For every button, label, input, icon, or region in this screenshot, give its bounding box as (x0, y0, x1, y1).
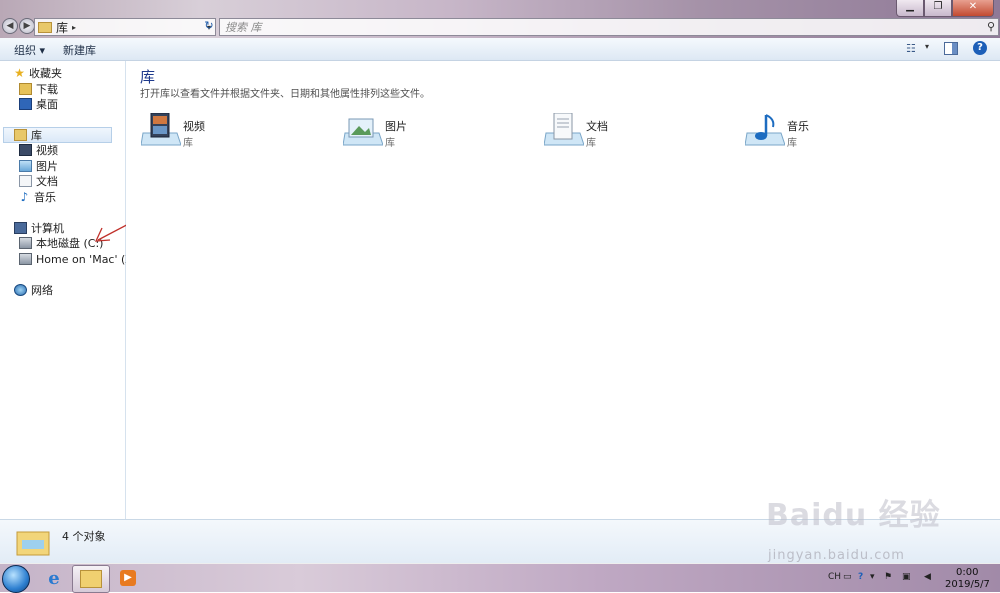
nav-documents[interactable]: 文档 (19, 173, 58, 189)
nav-buttons: ◀ ▶ (2, 18, 36, 34)
nav-mac-home[interactable]: Home on 'Mac' (Z:) (19, 251, 141, 267)
nav-videos[interactable]: 视频 (19, 142, 58, 158)
window-controls: ▁ ❐ ✕ (896, 0, 994, 17)
nav-label: 音乐 (34, 191, 56, 204)
item-count: 4 个对象 (62, 530, 106, 543)
ie-taskbar-icon[interactable]: e (36, 565, 72, 591)
preview-pane-icon[interactable] (944, 42, 958, 55)
help-icon[interactable]: ? (973, 41, 987, 55)
network-tray-icon[interactable]: ▣ (902, 572, 911, 582)
music-library-icon (745, 114, 785, 146)
clock-date[interactable]: 2019/5/7 (945, 579, 990, 590)
search-icon[interactable]: ⚲ (984, 20, 998, 34)
nav-label: 计算机 (31, 222, 64, 235)
search-input[interactable]: 搜索 库 (220, 19, 984, 35)
language-indicator[interactable]: CH (828, 572, 841, 582)
hard-drive-icon (19, 237, 32, 249)
refresh-icon[interactable]: ↻ (202, 19, 216, 33)
library-name: 图片 (385, 120, 407, 133)
volume-icon[interactable]: ◀ (924, 572, 931, 582)
video-icon (19, 144, 32, 156)
picture-icon (19, 160, 32, 172)
address-path[interactable]: 库 (56, 19, 68, 36)
nav-label: 文档 (36, 175, 58, 188)
library-name: 视频 (183, 120, 205, 133)
star-icon: ★ (14, 66, 25, 80)
network-globe-icon (14, 284, 27, 296)
command-bar: 组织 ▾ 新建库 ☷ ▾ ? (0, 38, 1000, 61)
library-type: 库 (183, 138, 193, 149)
search-box[interactable]: 搜索 库 ⚲ (219, 18, 999, 36)
clock-time[interactable]: 0:00 (956, 567, 978, 578)
nav-label: 桌面 (36, 98, 58, 111)
title-bar: ▁ ❐ ✕ ◀ ▶ 库 ▸ ▾ ↻ 搜索 库 ⚲ (0, 0, 1000, 38)
library-documents[interactable]: 文档 库 (544, 113, 608, 149)
nav-label: 收藏夹 (29, 67, 62, 80)
network-drive-icon (19, 253, 32, 265)
library-name: 音乐 (787, 120, 809, 133)
library-type: 库 (787, 138, 797, 149)
library-pictures[interactable]: 图片 库 (343, 113, 407, 149)
tray-expand-icon[interactable]: ▾ (870, 572, 875, 582)
nav-music[interactable]: ♪ 音乐 (19, 189, 56, 205)
nav-downloads[interactable]: 下载 (19, 81, 58, 97)
music-note-icon: ♪ (20, 190, 29, 204)
nav-label: 下载 (36, 83, 58, 96)
video-library-icon (141, 113, 181, 146)
watermark-url: jingyan.baidu.com (768, 548, 905, 563)
library-name: 文档 (586, 120, 608, 133)
view-dropdown-icon[interactable]: ▾ (925, 42, 929, 51)
forward-button[interactable]: ▶ (19, 18, 35, 34)
library-type: 库 (385, 138, 395, 149)
nav-libraries[interactable]: 库 (3, 127, 112, 143)
nav-label: 图片 (36, 160, 58, 173)
action-center-icon[interactable]: ⚑ (884, 572, 892, 582)
media-player-taskbar-icon[interactable]: ▶ (110, 565, 146, 591)
taskbar: e ▶ CH ▭ ? ▾ ⚑ ▣ ◀ (0, 563, 1000, 593)
new-library-button[interactable]: 新建库 (63, 42, 96, 58)
keyboard-icon[interactable]: ▭ (843, 572, 852, 582)
minimize-button[interactable]: ▁ (896, 0, 924, 17)
back-button[interactable]: ◀ (2, 18, 18, 34)
maximize-button[interactable]: ❐ (924, 0, 952, 17)
desktop-icon (19, 98, 32, 110)
nav-label: 视频 (36, 144, 58, 157)
library-videos[interactable]: 视频 库 (141, 113, 205, 149)
address-chevron-icon[interactable]: ▸ (72, 23, 76, 32)
library-type: 库 (586, 138, 596, 149)
nav-label: 库 (31, 129, 42, 142)
explorer-taskbar-icon[interactable] (72, 565, 110, 593)
library-music[interactable]: 音乐 库 (745, 113, 809, 149)
navigation-pane: ★ 收藏夹 下载 桌面 库 视频 图片 文档 ♪ 音乐 计算机 本地磁盘 (C:… (0, 61, 141, 519)
computer-icon (14, 222, 27, 234)
document-icon (19, 175, 32, 187)
view-options-icon[interactable]: ☷ (906, 42, 920, 55)
documents-library-icon (544, 113, 584, 146)
page-description: 打开库以查看文件并根据文件夹、日期和其他属性排列这些文件。 (140, 89, 430, 100)
start-button[interactable] (2, 565, 30, 593)
content-area: 库 打开库以查看文件并根据文件夹、日期和其他属性排列这些文件。 视频 库 图片 … (126, 61, 1000, 519)
page-title: 库 (140, 68, 156, 86)
watermark-logo: Baidu 经验 (766, 498, 941, 533)
nav-computer[interactable]: 计算机 (14, 220, 64, 236)
downloads-icon (19, 83, 32, 95)
help-tray-icon[interactable]: ? (858, 572, 863, 582)
nav-favorites[interactable]: ★ 收藏夹 (14, 65, 62, 81)
organize-button[interactable]: 组织 ▾ (14, 42, 45, 58)
address-bar[interactable]: 库 ▸ ▾ (34, 18, 216, 36)
nav-label: 网络 (31, 284, 53, 297)
close-button[interactable]: ✕ (952, 0, 994, 17)
nav-desktop[interactable]: 桌面 (19, 96, 58, 112)
pictures-library-icon (343, 118, 383, 146)
nav-network[interactable]: 网络 (14, 282, 53, 298)
library-folder-icon (16, 531, 50, 556)
folder-icon (38, 21, 52, 33)
library-icon (14, 129, 27, 141)
nav-pictures[interactable]: 图片 (19, 158, 58, 174)
